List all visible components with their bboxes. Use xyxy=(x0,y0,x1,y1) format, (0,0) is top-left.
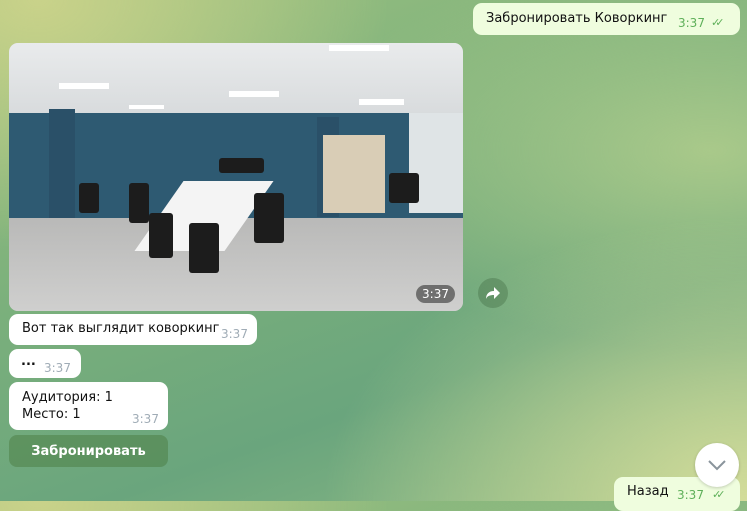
message-text: ... xyxy=(21,354,36,369)
message-incoming: Аудитория: 1 Место: 1 3:37 xyxy=(9,382,168,430)
message-incoming: Вот так выглядит коворкинг 3:37 xyxy=(9,314,257,345)
message-text: Вот так выглядит коворкинг xyxy=(22,321,220,336)
message-outgoing: Забронировать Коворкинг 3:37 ✓✓ xyxy=(473,3,740,35)
message-time: 3:37 xyxy=(44,361,71,375)
scroll-down-button[interactable] xyxy=(695,443,739,487)
message-line: Аудитория: 1 xyxy=(22,390,113,405)
forward-button[interactable] xyxy=(478,278,508,308)
double-check-icon: ✓✓ xyxy=(711,16,725,29)
book-button[interactable]: Забронировать xyxy=(9,435,168,467)
message-incoming: ... 3:37 xyxy=(9,349,81,378)
message-text: Забронировать Коворкинг xyxy=(486,11,668,26)
message-time: 3:37 xyxy=(677,488,704,502)
chevron-down-icon xyxy=(708,460,726,471)
message-text: Назад xyxy=(627,484,669,499)
message-time: 3:37 xyxy=(221,327,248,341)
message-time: 3:37 xyxy=(678,16,705,30)
photo-time: 3:37 xyxy=(416,285,455,303)
double-check-icon: ✓✓ xyxy=(712,488,726,501)
message-line: Место: 1 xyxy=(22,407,81,422)
share-arrow-icon xyxy=(486,287,500,299)
coworking-photo[interactable]: 3:37 xyxy=(9,43,463,311)
message-time: 3:37 xyxy=(132,412,159,426)
